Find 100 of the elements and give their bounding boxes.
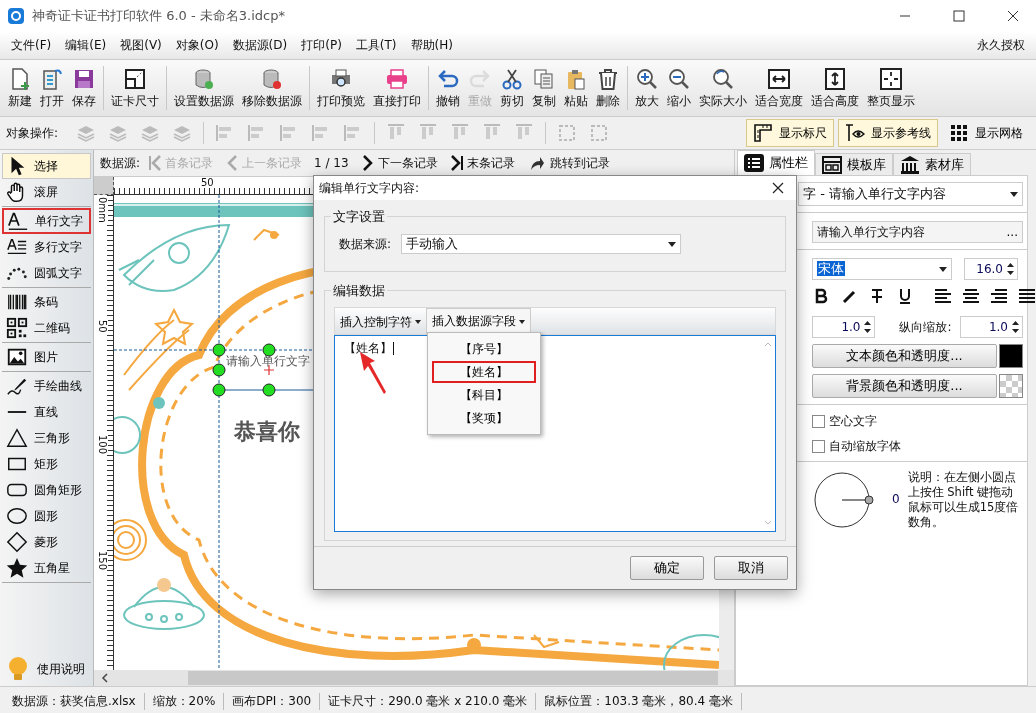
lightbulb-icon: [7, 656, 29, 682]
layers-icon[interactable]: [140, 123, 161, 143]
first-record-icon: [148, 154, 163, 172]
spinner-arrows-icon[interactable]: [1012, 320, 1019, 334]
toolbar-button[interactable]: 保存: [68, 62, 100, 114]
text-color-swatch[interactable]: [999, 344, 1023, 368]
horizontal-scrollbar[interactable]: [94, 670, 734, 686]
tool-button[interactable]: 图片: [2, 344, 91, 370]
help-button[interactable]: 使用说明: [2, 654, 91, 684]
menu-item[interactable]: 工具(T): [348, 34, 404, 57]
record-nav-button[interactable]: 下一条记录: [356, 154, 442, 172]
layers-icon[interactable]: [172, 123, 193, 143]
toolbar-button[interactable]: 移除数据源: [238, 62, 306, 114]
toolbar-button[interactable]: 缩小: [663, 62, 695, 114]
panel-tab[interactable]: 素材库: [893, 153, 971, 175]
spinner-arrows-icon[interactable]: [1007, 262, 1014, 276]
font-selector[interactable]: 宋体: [812, 258, 952, 280]
zoom-out-icon: [667, 66, 691, 91]
toolbar-button[interactable]: 剪切: [496, 62, 528, 114]
background-color-button[interactable]: 背景颜色和透明度...: [812, 374, 997, 398]
toolbar-button[interactable]: 打开: [36, 62, 68, 114]
tool-button[interactable]: 直线: [2, 399, 91, 425]
toggle-button[interactable]: 显示标尺: [746, 119, 834, 147]
toolbar-button[interactable]: 复制: [528, 62, 560, 114]
transparent-swatch[interactable]: [999, 374, 1023, 398]
panel-tab[interactable]: 属性栏: [737, 150, 815, 175]
toolbar-button[interactable]: 设置数据源: [170, 62, 238, 114]
vertical-scale-spinner[interactable]: 1.0: [959, 316, 1023, 338]
toolbar-button[interactable]: 新建: [4, 62, 36, 114]
justify-button[interactable]: [1018, 287, 1036, 305]
browse-button[interactable]: ...: [1006, 225, 1018, 239]
menu-item[interactable]: 打印(P): [294, 34, 349, 57]
tool-button[interactable]: 菱形: [2, 529, 91, 555]
tool-button[interactable]: 五角星: [2, 555, 91, 581]
toolbar-button[interactable]: 适合高度: [807, 62, 863, 114]
menu-item[interactable]: 【科目】: [432, 384, 536, 406]
menu-item[interactable]: 数据源(D): [225, 34, 295, 57]
group-icon[interactable]: [557, 123, 578, 143]
menu-item[interactable]: 【姓名】: [432, 361, 536, 383]
checkbox[interactable]: [812, 415, 825, 428]
toolbar-button[interactable]: 直接打印: [369, 62, 425, 114]
toolbar-button[interactable]: 粘贴: [560, 62, 592, 114]
layers-icon[interactable]: [76, 123, 97, 143]
font-size-spinner[interactable]: 16.0: [964, 258, 1018, 280]
maximize-icon: [953, 10, 965, 22]
tool-button[interactable]: 选择: [2, 153, 91, 179]
checkbox[interactable]: [812, 440, 825, 453]
toggle-button[interactable]: 显示参考线: [838, 119, 938, 147]
text-object[interactable]: 请输入单行文字: [226, 353, 310, 370]
text-color-button[interactable]: 文本颜色和透明度...: [812, 344, 997, 368]
toolbar-button[interactable]: 打印预览: [313, 62, 369, 114]
ok-button[interactable]: 确定: [630, 556, 704, 580]
menu-item[interactable]: 【奖项】: [432, 407, 536, 429]
tool-button[interactable]: 滚屏: [2, 179, 91, 205]
toolbar-button[interactable]: 整页显示: [863, 62, 919, 114]
checkbox-label: 空心文字: [829, 413, 877, 430]
toggle-button[interactable]: 显示网格: [942, 119, 1030, 147]
align-left-button[interactable]: [934, 287, 952, 305]
tool-button[interactable]: 圆弧文字: [2, 260, 91, 286]
menu-item[interactable]: 对象(O): [168, 34, 226, 57]
close-icon: [772, 182, 784, 194]
chevron-up-icon[interactable]: [764, 342, 772, 347]
insert-dropdown-button[interactable]: 插入数据源字段: [426, 308, 531, 334]
tool-button[interactable]: 圆角矩形: [2, 477, 91, 503]
toolbar-button[interactable]: 证卡尺寸: [107, 62, 163, 114]
tool-button[interactable]: 三角形: [2, 425, 91, 451]
tool-button[interactable]: 矩形: [2, 451, 91, 477]
menu-item[interactable]: 视图(V): [113, 34, 169, 57]
source-dropdown[interactable]: 手动输入: [401, 234, 682, 254]
menu-item[interactable]: 帮助(H): [403, 34, 460, 57]
toolbar-button[interactable]: 删除: [592, 62, 624, 114]
insert-dropdown-button[interactable]: 插入控制字符: [335, 310, 426, 334]
layers-icon[interactable]: [108, 123, 129, 143]
chevron-down-icon[interactable]: [764, 520, 772, 525]
panel-tab[interactable]: 模板库: [815, 153, 893, 175]
toolbar-button[interactable]: 适合宽度: [751, 62, 807, 114]
tool-button[interactable]: 手绘曲线: [2, 373, 91, 399]
tool-button[interactable]: 多行文字: [2, 234, 91, 260]
toolbar-button[interactable]: 撤销: [432, 62, 464, 114]
tool-button[interactable]: 二维码: [2, 315, 91, 341]
record-nav-button[interactable]: 跳转到记录: [522, 154, 614, 172]
content-field[interactable]: 请输入单行文字内容 ...: [812, 221, 1023, 243]
record-nav-button[interactable]: 末条记录: [445, 154, 519, 172]
caret-icon: [415, 320, 421, 324]
tool-button[interactable]: 条码: [2, 289, 91, 315]
spinner-arrows-icon[interactable]: [864, 320, 872, 334]
qr-code-icon: [6, 317, 28, 339]
group-icon[interactable]: [589, 123, 610, 143]
cancel-button[interactable]: 取消: [714, 556, 788, 580]
menu-item[interactable]: 文件(F): [4, 34, 59, 57]
tool-button[interactable]: 单行文字: [2, 208, 91, 234]
align-center-button[interactable]: [962, 287, 980, 305]
menu-item[interactable]: 【序号】: [432, 338, 536, 360]
toolbar-button[interactable]: 实际大小: [695, 62, 751, 114]
menu-item[interactable]: 编辑(E): [58, 34, 114, 57]
object-selector[interactable]: 字 - 请输入单行文字内容: [798, 182, 1023, 206]
align-right-button[interactable]: [990, 287, 1008, 305]
toolbar-button[interactable]: 放大: [631, 62, 663, 114]
tool-button[interactable]: 圆形: [2, 503, 91, 529]
horizontal-scale-spinner[interactable]: 1.0: [812, 316, 876, 338]
